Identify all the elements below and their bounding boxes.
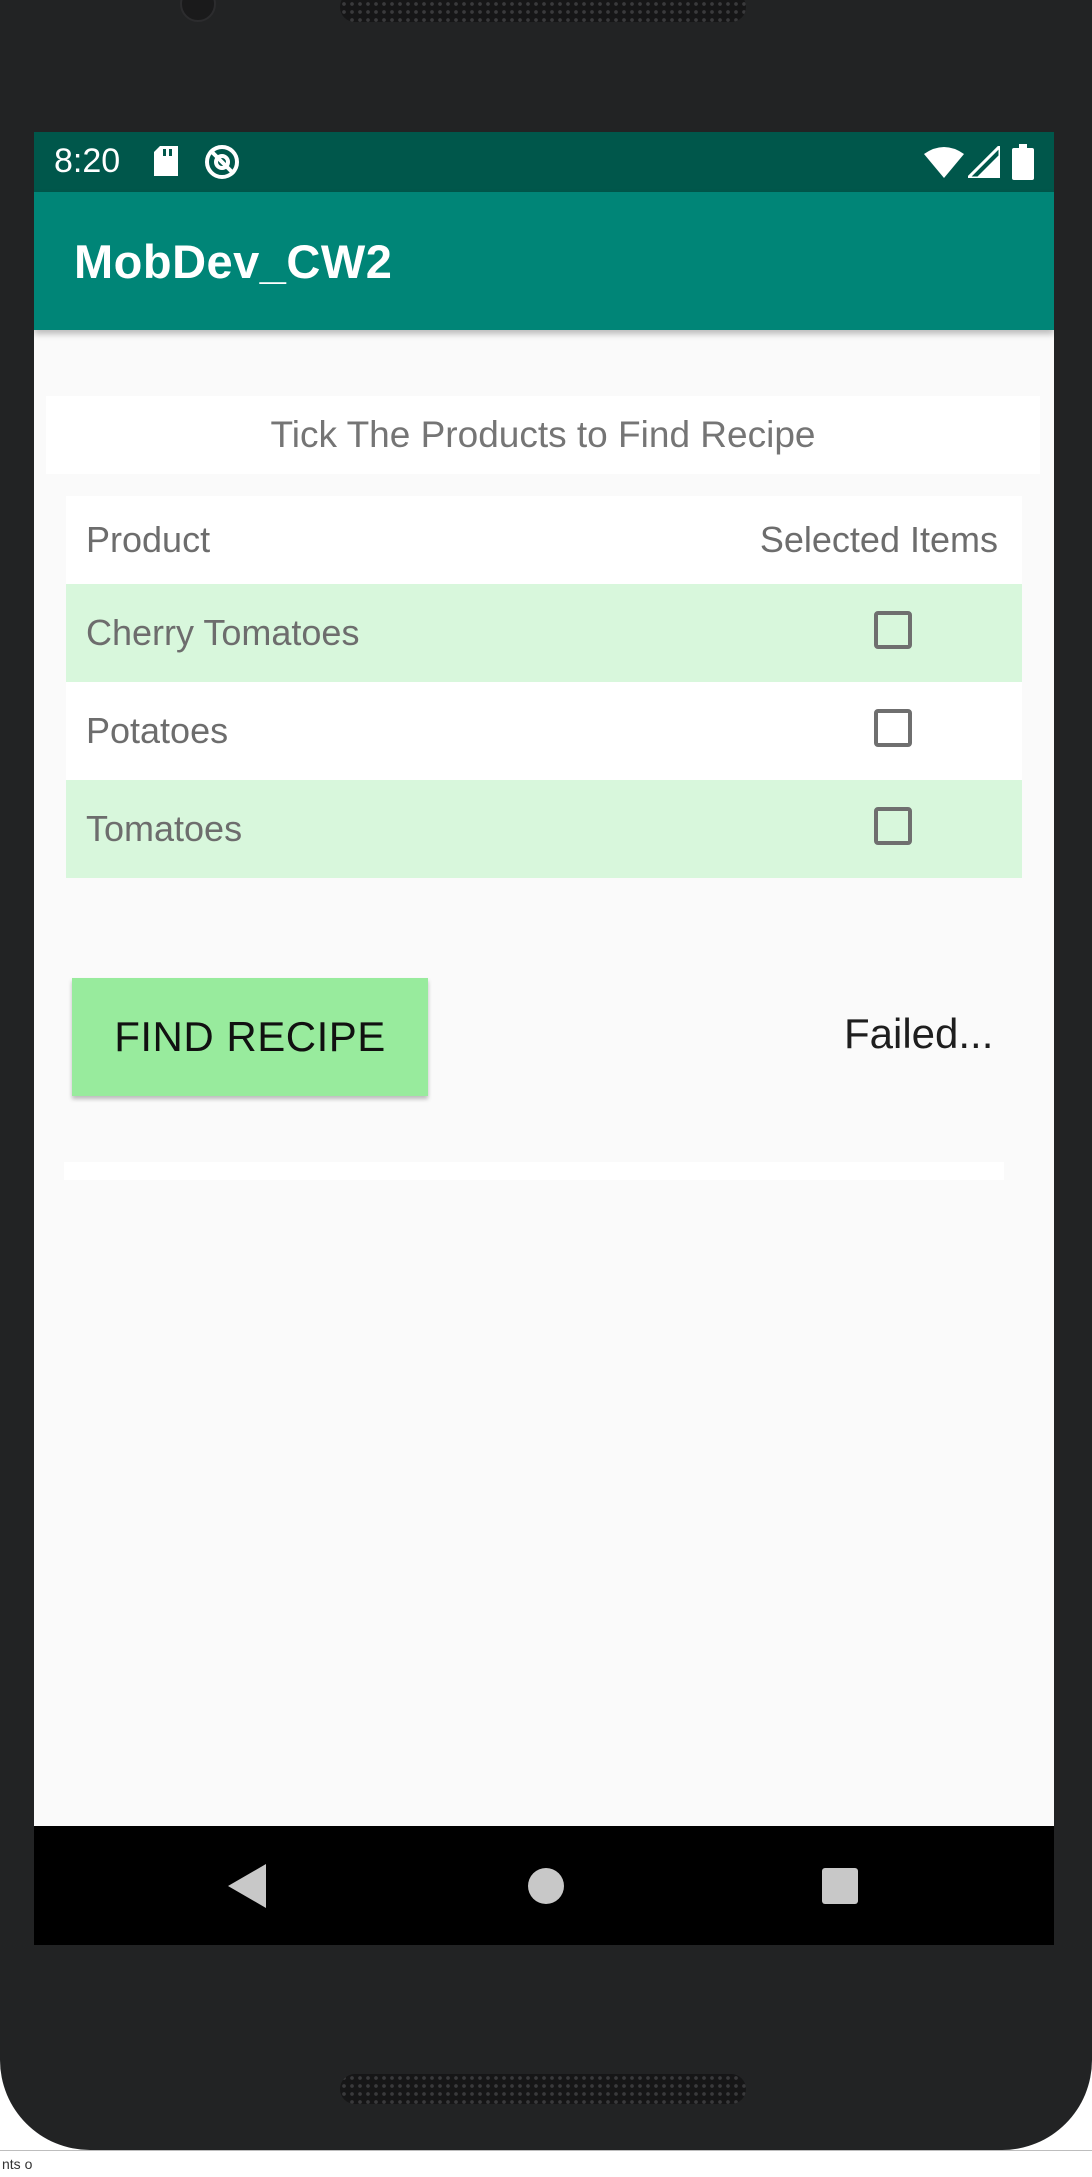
- wifi-icon: [924, 147, 964, 178]
- instructions-label: Tick The Products to Find Recipe: [46, 396, 1040, 474]
- product-checkbox[interactable]: [874, 709, 912, 747]
- product-name: Tomatoes: [86, 808, 243, 849]
- status-time: 8:20: [54, 142, 121, 180]
- product-table: Product Selected Items Cherry Tomatoes P…: [66, 496, 1022, 878]
- result-area: [64, 1162, 1004, 1180]
- product-name: Cherry Tomatoes: [86, 612, 360, 653]
- app-title: MobDev_CW2: [74, 235, 393, 288]
- table-header-row: Product Selected Items: [66, 496, 1022, 584]
- device-screen: 8:20 MobDev_CW2 Tick The Products to Fin…: [34, 132, 1054, 1945]
- status-text: Failed...: [844, 1010, 994, 1057]
- sd-card-icon: [154, 146, 178, 176]
- status-bar: 8:20: [34, 132, 1054, 192]
- top-speaker: [340, 0, 746, 22]
- app-bar: MobDev_CW2: [34, 192, 1054, 330]
- phone-frame: 8:20 MobDev_CW2 Tick The Products to Fin…: [0, 0, 1092, 2150]
- background-window-strip: nts o: [0, 2150, 1092, 2177]
- product-name: Potatoes: [86, 710, 229, 751]
- battery-icon: [1012, 144, 1034, 180]
- product-checkbox[interactable]: [874, 611, 912, 649]
- navigation-bar: [34, 1826, 1054, 1945]
- table-row: Tomatoes: [66, 780, 1022, 878]
- front-camera: [180, 0, 216, 22]
- bottom-speaker: [340, 2074, 746, 2104]
- home-icon[interactable]: [528, 1868, 564, 1904]
- table-row: Cherry Tomatoes: [66, 584, 1022, 682]
- column-header-selected-items: Selected Items: [759, 519, 998, 560]
- product-checkbox[interactable]: [874, 807, 912, 845]
- back-icon[interactable]: [226, 1864, 268, 1908]
- sync-disabled-icon: [205, 145, 239, 179]
- cell-signal-icon: [968, 146, 1000, 178]
- table-row: Potatoes: [66, 682, 1022, 780]
- find-recipe-button[interactable]: FIND RECIPE: [72, 978, 428, 1096]
- recents-icon[interactable]: [822, 1868, 858, 1904]
- column-header-product: Product: [86, 519, 211, 560]
